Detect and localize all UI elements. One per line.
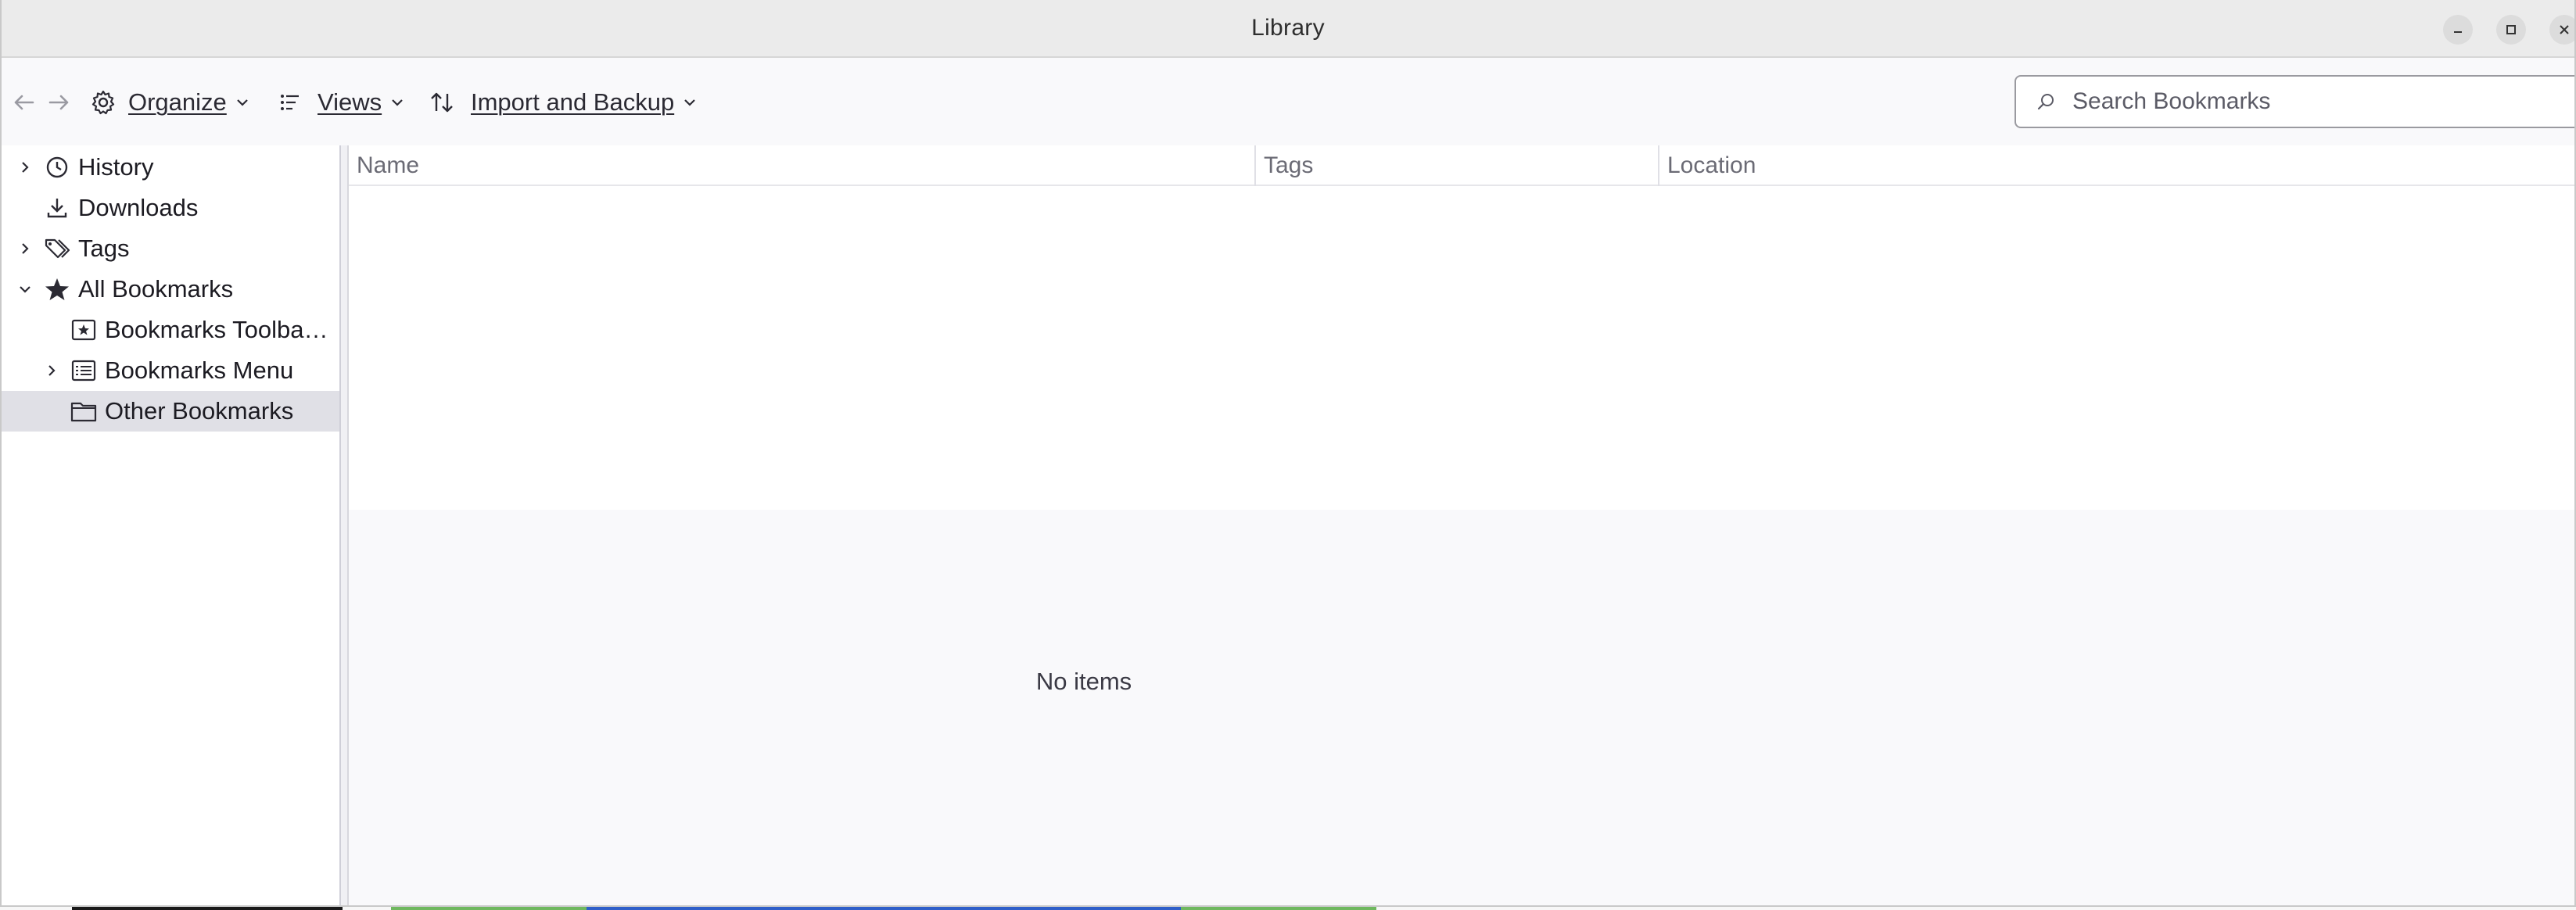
window-title: Library: [1251, 15, 1325, 41]
chevron-right-icon[interactable]: [16, 239, 34, 258]
column-header-tags[interactable]: Tags: [1254, 145, 1658, 186]
chevron-down-icon: [237, 99, 248, 106]
bookmarks-menu-icon: [70, 357, 97, 384]
organize-menu-button[interactable]: Organize: [89, 59, 250, 145]
library-window: Library Organize Views Import and Backup…: [0, 0, 2576, 907]
arrow-right-icon: [48, 95, 69, 110]
tree-item-all-bookmarks[interactable]: All Bookmarks: [2, 269, 339, 310]
chevron-down-icon: [684, 99, 695, 106]
column-header-row: Name Tags Location: [349, 145, 2574, 186]
tree-item-tags[interactable]: Tags: [2, 228, 339, 269]
tree-item-history[interactable]: History: [2, 147, 339, 188]
tree-item-other-bookmarks[interactable]: Other Bookmarks: [2, 391, 339, 432]
tree-item-bookmarks-toolbar[interactable]: Bookmarks Toolba…: [2, 310, 339, 350]
chevron-down-icon: [392, 99, 403, 106]
column-header-location[interactable]: Location: [1658, 145, 2574, 186]
maximize-button[interactable]: [2496, 15, 2526, 45]
title-bar[interactable]: Library: [2, 0, 2574, 58]
tree-item-label: Downloads: [78, 194, 199, 221]
import-backup-label: Import and Backup: [471, 88, 675, 116]
maximize-icon: [2506, 25, 2516, 34]
clock-icon: [44, 154, 70, 181]
import-export-icon: [431, 92, 453, 113]
details-pane: No items: [349, 510, 2574, 905]
bookmarks-toolbar-icon: [70, 317, 97, 343]
tree-item-label: Tags: [78, 235, 130, 262]
folder-icon: [70, 398, 97, 425]
views-label: Views: [318, 88, 382, 116]
close-button[interactable]: [2549, 15, 2574, 45]
import-backup-menu-button[interactable]: Import and Backup: [429, 59, 698, 145]
empty-state-text: No items: [1035, 668, 1132, 695]
tree-item-label: All Bookmarks: [78, 275, 234, 303]
tree-item-bookmarks-menu[interactable]: Bookmarks Menu: [2, 350, 339, 391]
pane-splitter[interactable]: [341, 145, 349, 905]
search-bookmarks-field[interactable]: [2015, 75, 2574, 128]
forward-button[interactable]: [45, 59, 74, 145]
tree-item-label: History: [78, 153, 154, 181]
list-icon: [281, 95, 299, 110]
chevron-down-icon[interactable]: [16, 280, 34, 299]
places-tree[interactable]: History Downloads Tags All Bookmarks Boo…: [2, 145, 341, 905]
chevron-right-icon[interactable]: [16, 158, 34, 177]
back-button[interactable]: [9, 59, 38, 145]
chevron-right-icon[interactable]: [42, 361, 61, 380]
bookmarks-list[interactable]: [349, 188, 2574, 510]
search-icon: [2037, 94, 2054, 110]
column-header-name[interactable]: Name: [349, 145, 1254, 186]
minimize-icon: [2454, 31, 2462, 33]
download-icon: [44, 195, 70, 221]
organize-label: Organize: [128, 88, 227, 116]
minimize-button[interactable]: [2443, 15, 2473, 45]
tag-icon: [44, 235, 70, 262]
arrow-left-icon: [14, 95, 34, 110]
bookmarks-content: Name Tags Location No items: [349, 145, 2574, 905]
views-menu-button[interactable]: Views: [277, 59, 405, 145]
gear-icon: [91, 90, 115, 115]
tree-item-downloads[interactable]: Downloads: [2, 188, 339, 228]
search-input[interactable]: [2072, 88, 2542, 115]
star-icon: [44, 276, 70, 303]
tree-item-label: Bookmarks Toolba…: [105, 316, 328, 343]
close-icon: [2560, 25, 2569, 34]
tree-item-label: Other Bookmarks: [105, 397, 294, 425]
tree-item-label: Bookmarks Menu: [105, 356, 294, 384]
